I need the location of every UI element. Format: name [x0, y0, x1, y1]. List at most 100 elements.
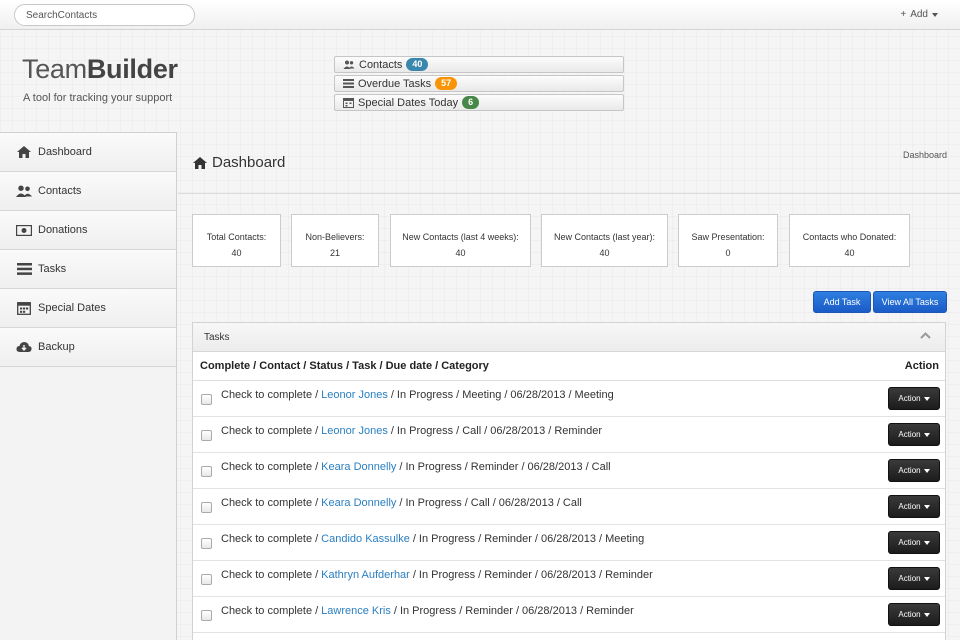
complete-text: Check to complete — [221, 425, 313, 437]
complete-checkbox[interactable] — [201, 538, 212, 549]
sidebar-item-backup[interactable]: Backup — [0, 328, 176, 367]
stat-value: 0 — [725, 248, 731, 258]
task-category: Meeting — [574, 389, 614, 401]
contact-link[interactable]: Candido Kassulke — [321, 533, 410, 545]
stat-value: 21 — [329, 248, 340, 258]
table-row: Check to complete / Keara Donnelly / In Prog… — [193, 489, 945, 525]
contact-link[interactable]: Keara Donnelly — [321, 461, 396, 473]
sidebar-item-contacts[interactable]: Contacts — [0, 172, 176, 211]
stat-new-contacts-year: New Contacts (last year): 40 — [541, 214, 668, 267]
complete-checkbox[interactable] — [201, 394, 212, 405]
action-label: Action — [898, 538, 921, 547]
complete-text: Check to complete — [221, 461, 313, 473]
view-all-tasks-button[interactable]: View All Tasks — [873, 291, 947, 313]
brand-logo[interactable]: TeamBuilder — [22, 54, 178, 85]
task-category: Call — [591, 461, 611, 473]
task-status: In Progress — [405, 497, 462, 509]
separator: / — [484, 425, 488, 437]
calendar-icon — [343, 98, 354, 108]
caret-down-icon — [923, 540, 930, 545]
separator: / — [568, 389, 572, 401]
sidebar-item-donations[interactable]: Donations — [0, 211, 176, 250]
task-type: Reminder — [465, 605, 513, 617]
task-text: Check to complete / Keara Donnelly / In Prog… — [221, 497, 582, 509]
action-dropdown-button[interactable]: Action — [888, 603, 940, 626]
stat-value: 40 — [599, 248, 610, 258]
separator: / — [556, 497, 560, 509]
chevron-up-icon[interactable] — [920, 332, 931, 339]
complete-checkbox[interactable] — [201, 502, 212, 513]
complete-checkbox[interactable] — [201, 466, 212, 477]
caret-down-icon — [932, 12, 938, 17]
contact-link[interactable]: Keara Donnelly — [321, 497, 396, 509]
add-task-button[interactable]: Add Task — [813, 291, 871, 313]
separator: / — [534, 533, 538, 545]
separator: / — [412, 569, 416, 581]
complete-checkbox[interactable] — [201, 610, 212, 621]
action-dropdown-button[interactable]: Action — [888, 423, 940, 446]
panel-title: Tasks — [204, 331, 230, 343]
stat-total-contacts: Total Contacts: 40 — [192, 214, 281, 267]
tasks-panel-header: Tasks — [193, 323, 945, 352]
action-label: Action — [898, 574, 921, 583]
special-dates-button[interactable]: Special Dates Today 6 — [334, 94, 624, 111]
separator: / — [534, 569, 538, 581]
header-divider — [178, 193, 960, 194]
complete-checkbox[interactable] — [201, 574, 212, 585]
overdue-tasks-badge: 57 — [435, 77, 458, 90]
list-icon — [16, 262, 32, 276]
sidebar-item-label: Dashboard — [38, 146, 92, 158]
cloud-download-icon — [16, 340, 32, 354]
page-title-text: Dashboard — [212, 154, 286, 171]
complete-checkbox[interactable] — [201, 430, 212, 441]
action-dropdown-button[interactable]: Action — [888, 567, 940, 590]
separator: / — [399, 497, 403, 509]
separator: / — [459, 605, 463, 617]
home-icon — [16, 145, 32, 159]
separator: / — [580, 605, 584, 617]
contacts-count-button[interactable]: Contacts 40 — [334, 56, 624, 73]
separator: / — [315, 605, 319, 617]
table-row: Check to complete / Candido Kassulke / In Pr… — [193, 525, 945, 561]
separator: / — [478, 569, 482, 581]
action-column-header: Action — [904, 360, 939, 372]
overdue-tasks-button[interactable]: Overdue Tasks 57 — [334, 75, 624, 92]
contact-link[interactable]: Leonor Jones — [321, 425, 388, 437]
action-dropdown-button[interactable]: Action — [888, 387, 940, 410]
action-dropdown-button[interactable]: Action — [888, 495, 940, 518]
separator: / — [521, 461, 525, 473]
action-dropdown-button[interactable]: Action — [888, 531, 940, 554]
task-text: Check to complete / Kathryn Aufderhar / In P… — [221, 569, 653, 581]
add-dropdown[interactable]: + Add — [900, 9, 938, 20]
task-type: Call — [462, 425, 482, 437]
caret-down-icon — [923, 468, 930, 473]
task-type: Reminder — [484, 533, 532, 545]
separator: / — [548, 425, 552, 437]
caret-down-icon — [923, 396, 930, 401]
contact-link[interactable]: Kathryn Aufderhar — [321, 569, 410, 581]
task-category: Meeting — [605, 533, 645, 545]
breadcrumb[interactable]: Dashboard — [903, 150, 947, 160]
sidebar-item-tasks[interactable]: Tasks — [0, 250, 176, 289]
stat-value: 40 — [231, 248, 242, 258]
task-text: Check to complete / Candido Kassulke / In Pr… — [221, 533, 644, 545]
tasks-table-header: Complete / Contact / Status / Task / Due… — [193, 352, 945, 381]
top-navbar: + Add — [0, 0, 960, 30]
money-icon — [16, 223, 32, 237]
stat-label: Contacts who Donated: — [802, 232, 897, 242]
separator: / — [478, 533, 482, 545]
separator: / — [515, 605, 519, 617]
search-input[interactable] — [14, 4, 195, 26]
contact-link[interactable]: Lawrence Kris — [321, 605, 391, 617]
sidebar-item-special-dates[interactable]: Special Dates — [0, 289, 176, 328]
stat-label: New Contacts (last 4 weeks): — [402, 232, 519, 242]
separator: / — [315, 497, 319, 509]
contact-link[interactable]: Leonor Jones — [321, 389, 388, 401]
action-dropdown-button[interactable]: Action — [888, 459, 940, 482]
separator: / — [492, 497, 496, 509]
task-due-date: 06/28/2013 — [510, 389, 566, 401]
contacts-label: Contacts — [359, 58, 403, 71]
sidebar-item-dashboard[interactable]: Dashboard — [0, 133, 176, 172]
task-due-date: 06/28/2013 — [522, 605, 578, 617]
stat-label: Non-Believers: — [305, 232, 365, 242]
